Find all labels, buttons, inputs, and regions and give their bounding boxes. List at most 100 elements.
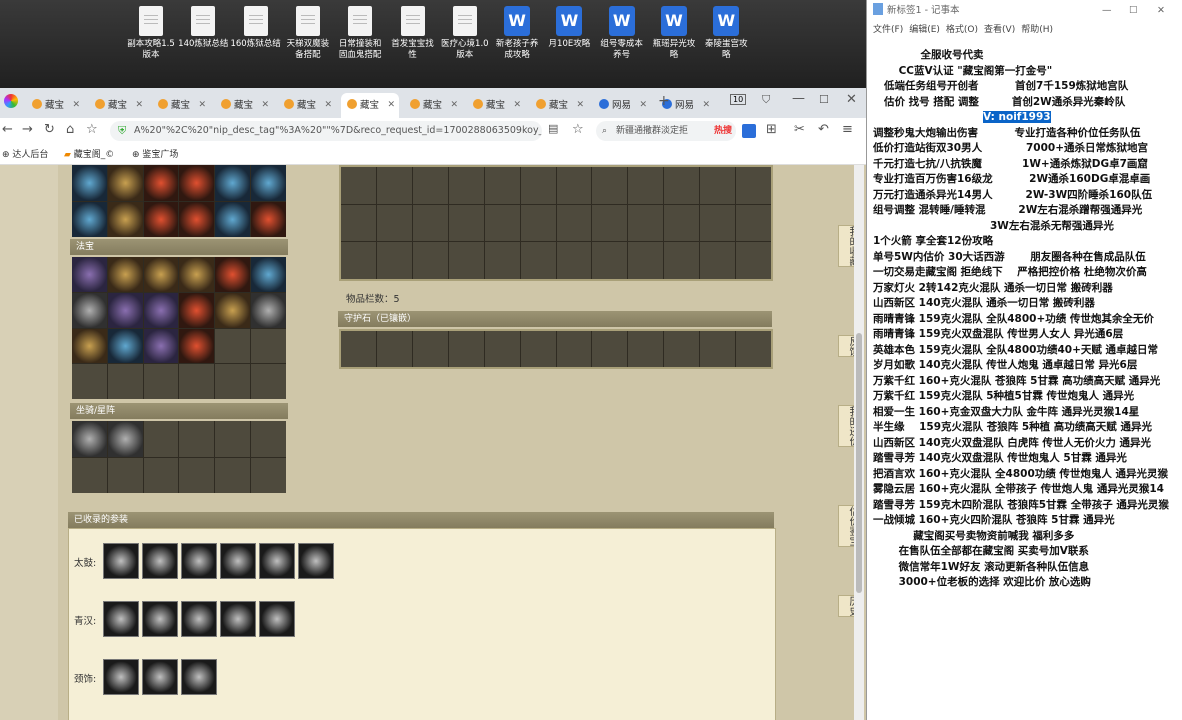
item-slot-icon[interactable] — [179, 292, 215, 328]
item-slot-icon[interactable] — [179, 165, 215, 201]
close-tab-icon[interactable]: ✕ — [702, 93, 710, 118]
collection-item-icon[interactable] — [142, 601, 178, 637]
close-tab-icon[interactable]: ✕ — [135, 93, 143, 118]
collection-item-icon[interactable] — [103, 543, 139, 579]
browser-tab[interactable]: 藏宝 ✕ — [215, 93, 273, 118]
close-tab-icon[interactable]: ✕ — [639, 93, 647, 118]
collection-item-icon[interactable] — [103, 601, 139, 637]
home-icon[interactable]: ⌂ — [66, 122, 74, 137]
close-tab-icon[interactable]: ✕ — [387, 93, 395, 118]
desktop-icon[interactable]: 天梯双魔装 备搭配 — [279, 6, 337, 61]
menu-icon[interactable]: ≡ — [842, 122, 853, 137]
close-tab-icon[interactable]: ✕ — [513, 93, 521, 118]
item-slot-icon[interactable] — [251, 201, 286, 237]
item-slot-icon[interactable] — [251, 292, 286, 328]
collection-item-icon[interactable] — [142, 543, 178, 579]
item-slot-icon[interactable] — [179, 328, 215, 364]
item-slot-icon[interactable] — [107, 421, 143, 457]
collection-item-icon[interactable] — [220, 601, 256, 637]
desktop-icon[interactable]: W 新老孩子养 成攻略 — [488, 6, 546, 61]
item-slot-icon[interactable] — [215, 165, 251, 201]
bookmark-item-1[interactable]: ▰ 藏宝阁_© — [64, 147, 114, 160]
item-slot-icon[interactable] — [107, 165, 143, 201]
menu-item[interactable]: 文件(F) — [873, 22, 903, 35]
item-slot-icon[interactable] — [143, 165, 179, 201]
item-slot-icon[interactable] — [72, 328, 107, 364]
close-tab-icon[interactable]: ✕ — [450, 93, 458, 118]
collection-item-icon[interactable] — [142, 659, 178, 695]
collection-item-icon[interactable] — [181, 543, 217, 579]
bookmark-icon[interactable]: ☆ — [572, 122, 584, 137]
star-icon[interactable]: ☆ — [86, 122, 98, 137]
collection-item-icon[interactable] — [181, 601, 217, 637]
collection-item-icon[interactable] — [259, 601, 295, 637]
notepad-text-area[interactable]: 全服收号代卖 CC蓝V认证 "藏宝阁第一打金号" 低端任务组号开创者 首创7千1… — [873, 48, 1182, 591]
menu-item[interactable]: 编辑(E) — [909, 22, 940, 35]
menu-item[interactable]: 格式(O) — [946, 22, 978, 35]
menu-item[interactable]: 查看(V) — [984, 22, 1015, 35]
item-slot-icon[interactable] — [107, 201, 143, 237]
collection-item-icon[interactable] — [103, 659, 139, 695]
bookmark-item-2[interactable]: ⊕ 鉴宝广场 — [132, 147, 178, 160]
browser-tab[interactable]: 网易 ✕ — [593, 93, 651, 118]
apps-icon[interactable]: ⊞ — [766, 122, 777, 137]
item-slot-icon[interactable] — [215, 292, 251, 328]
collection-item-icon[interactable] — [181, 659, 217, 695]
close-tab-icon[interactable]: ✕ — [198, 93, 206, 118]
close-tab-icon[interactable]: ✕ — [261, 93, 269, 118]
bookmark-item-0[interactable]: ⊕ 达人后台 — [2, 147, 48, 160]
close-tab-icon[interactable]: ✕ — [576, 93, 584, 118]
close-window-icon[interactable]: ✕ — [846, 92, 857, 107]
reload-icon[interactable]: ↻ — [44, 122, 55, 137]
item-slot-icon[interactable] — [179, 201, 215, 237]
back-icon[interactable]: ← — [2, 122, 13, 137]
tab-count-badge[interactable]: 10 — [730, 94, 747, 105]
translate-icon[interactable] — [742, 124, 756, 138]
address-bar[interactable]: ⛨ A%20"%2C%20"nip_desc_tag"%3A%20""%7D&r… — [110, 121, 542, 141]
minimize-icon[interactable]: — — [792, 91, 805, 106]
desktop-icon[interactable]: W 秦陵蚩宫攻 略 — [697, 6, 755, 61]
browser-tab[interactable]: 藏宝 ✕ — [278, 93, 336, 118]
desktop-icon[interactable]: 140炼狱总结 — [174, 6, 232, 50]
desktop-icon[interactable]: W 瓶瑶异光攻 略 — [645, 6, 703, 61]
item-slot-icon[interactable] — [72, 201, 107, 237]
close-tab-icon[interactable]: ✕ — [72, 93, 80, 118]
item-slot-icon[interactable] — [215, 201, 251, 237]
browser-tab[interactable]: 藏宝 ✕ — [404, 93, 462, 118]
item-slot-icon[interactable] — [72, 257, 107, 292]
undo-icon[interactable]: ↶ — [818, 122, 829, 137]
browser-tab[interactable]: 藏宝 ✕ — [26, 93, 84, 118]
collection-item-icon[interactable] — [220, 543, 256, 579]
menu-item[interactable]: 帮助(H) — [1021, 22, 1053, 35]
minimize-icon[interactable]: — — [1102, 0, 1112, 22]
item-slot-icon[interactable] — [72, 165, 107, 201]
maximize-icon[interactable]: ☐ — [819, 93, 829, 106]
item-slot-icon[interactable] — [107, 292, 143, 328]
item-slot-icon[interactable] — [143, 257, 179, 292]
item-slot-icon[interactable] — [215, 257, 251, 292]
item-slot-icon[interactable] — [251, 257, 286, 292]
item-slot-icon[interactable] — [143, 328, 179, 364]
item-slot-icon[interactable] — [143, 292, 179, 328]
browser-tab[interactable]: 藏宝 ✕ — [341, 93, 399, 118]
desktop-icon[interactable]: 日常撞装和 固血鬼搭配 — [331, 6, 389, 61]
desktop-icon[interactable]: 医疗心境1.0 版本 — [436, 6, 494, 61]
item-slot-icon[interactable] — [251, 165, 286, 201]
forward-icon[interactable]: → — [22, 122, 33, 137]
browser-tab[interactable]: 藏宝 ✕ — [89, 93, 147, 118]
item-slot-icon[interactable] — [107, 328, 143, 364]
shirt-icon[interactable]: ⛉ — [762, 93, 770, 107]
desktop-icon[interactable]: W 组号零成本 养号 — [593, 6, 651, 61]
close-tab-icon[interactable]: ✕ — [324, 93, 332, 118]
browser-tab[interactable]: 藏宝 ✕ — [467, 93, 525, 118]
item-slot-icon[interactable] — [72, 421, 107, 457]
desktop-icon[interactable]: W 月10E攻略 — [540, 6, 598, 50]
cut-icon[interactable]: ✂ — [794, 122, 805, 137]
collection-item-icon[interactable] — [298, 543, 334, 579]
desktop-icon[interactable]: 160炼狱总结 — [227, 6, 285, 50]
desktop-icon[interactable]: 副本攻略1.5 版本 — [122, 6, 180, 61]
browser-tab[interactable]: 藏宝 ✕ — [152, 93, 210, 118]
item-slot-icon[interactable] — [179, 257, 215, 292]
close-icon[interactable]: ✕ — [1157, 0, 1165, 22]
desktop-icon[interactable]: 首发宝宝找 性 — [384, 6, 442, 61]
